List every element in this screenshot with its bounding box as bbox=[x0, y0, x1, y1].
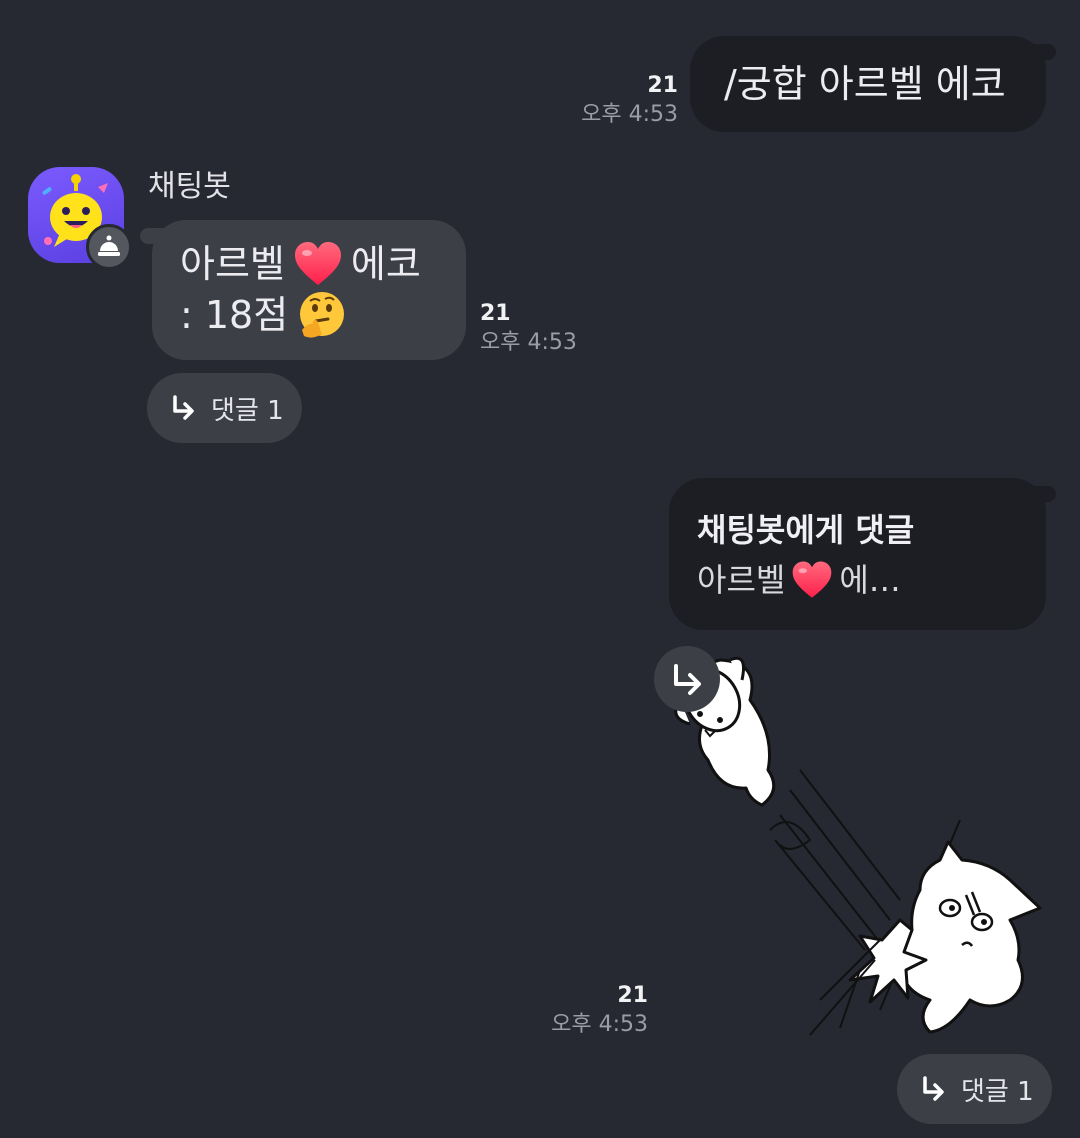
reply-arrow-icon bbox=[674, 664, 701, 695]
message-line-1: 아르벨 에코 bbox=[180, 240, 421, 288]
sender-name: 채팅봇 bbox=[148, 169, 231, 204]
thinking-face-emoji bbox=[300, 292, 345, 338]
sent-message-bubble[interactable]: /궁합 아르벨 에코 bbox=[690, 36, 1046, 132]
reply-arrow-icon bbox=[173, 395, 194, 420]
timestamp: 오후 4:53 bbox=[581, 102, 678, 127]
reply-arrow-icon bbox=[923, 1076, 944, 1101]
bubble-tail bbox=[1028, 486, 1056, 502]
bell-bot-icon bbox=[98, 235, 120, 256]
reply-count-label: 댓글 1 bbox=[961, 1076, 1034, 1107]
bot-badge bbox=[86, 224, 132, 270]
bubble-tail bbox=[1028, 44, 1056, 60]
message-meta: 21 오후 4:53 bbox=[540, 72, 678, 130]
preview-text: 아르벨 bbox=[697, 561, 786, 599]
message-line-2: : 18점 bbox=[180, 290, 346, 340]
sent-reply-bubble[interactable]: 채팅봇에게 댓글 아르벨 에… bbox=[669, 478, 1046, 630]
preview-text: 에… bbox=[839, 561, 901, 599]
message-text: /궁합 아르벨 에코 bbox=[724, 62, 1006, 106]
message-text: 에코 bbox=[350, 242, 421, 286]
heart-emoji bbox=[793, 561, 832, 598]
message-meta: 21 오후 4:53 bbox=[480, 300, 620, 358]
unread-count: 21 bbox=[617, 983, 648, 1008]
unread-count: 21 bbox=[647, 73, 678, 98]
received-message-bubble[interactable]: 아르벨 에코 : 18점 bbox=[152, 220, 466, 360]
timestamp: 오후 4:53 bbox=[480, 330, 577, 355]
message-text: 아르벨 bbox=[180, 242, 285, 286]
reply-thread-button[interactable]: 댓글 1 bbox=[147, 373, 302, 443]
reply-indicator[interactable] bbox=[654, 646, 720, 712]
reply-header: 채팅봇에게 댓글 bbox=[697, 511, 915, 549]
reply-preview: 아르벨 에… bbox=[697, 558, 901, 602]
timestamp: 오후 4:53 bbox=[551, 1012, 648, 1037]
heart-emoji bbox=[294, 242, 341, 285]
message-text: : 18점 bbox=[180, 293, 289, 337]
reply-count-label: 댓글 1 bbox=[211, 395, 284, 426]
message-meta: 21 오후 4:53 bbox=[508, 982, 648, 1040]
unread-count: 21 bbox=[480, 301, 511, 326]
reply-thread-button[interactable]: 댓글 1 bbox=[897, 1054, 1052, 1124]
